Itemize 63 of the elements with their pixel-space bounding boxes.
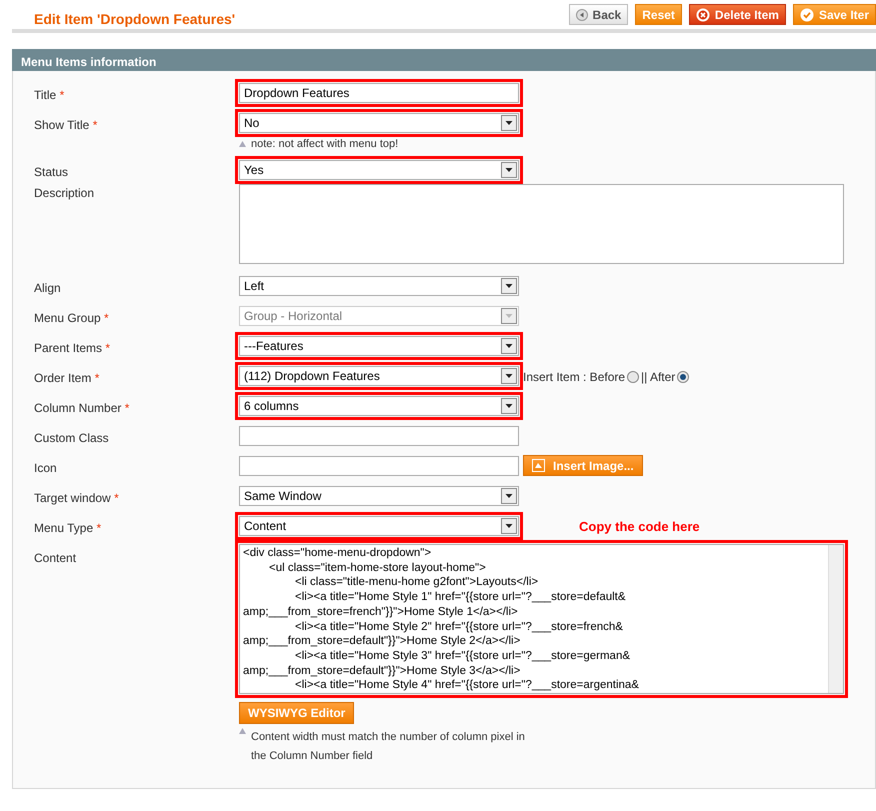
back-icon — [576, 8, 588, 20]
required-mark: * — [124, 401, 130, 415]
field-label: Column Number — [34, 401, 122, 415]
check-icon — [800, 8, 814, 22]
code-line: <div class="home-menu-dropdown"> — [243, 546, 432, 561]
delete-button[interactable]: Delete Item — [688, 4, 786, 25]
close-icon — [696, 8, 710, 22]
select-field[interactable]: 6 columns — [239, 396, 519, 416]
field-note: Content width must match the number of column pixel in the Column Number field — [251, 730, 526, 764]
scrollbar[interactable] — [828, 545, 843, 693]
required-mark: * — [105, 341, 110, 355]
annotation: Copy the code here — [579, 518, 700, 536]
text-field[interactable] — [239, 426, 519, 446]
field-label: Status — [34, 165, 68, 179]
field-label: Align — [34, 281, 61, 295]
radio-label: || After — [641, 369, 676, 386]
field-label: Icon — [34, 461, 57, 475]
field-label: Menu Group — [34, 311, 101, 325]
code-line: <li class="title-menu-home g2font">Layouts</li> — [294, 575, 540, 590]
section-header: Menu Items information — [12, 49, 876, 71]
note-icon — [239, 141, 246, 148]
required-mark: * — [96, 521, 102, 535]
select-field[interactable]: No — [239, 113, 519, 133]
field-label: Content — [34, 551, 76, 565]
field-label: Target window — [34, 491, 111, 505]
code-line: amp;___from_store=french"}}">Home Style 1</a></li> — [243, 604, 519, 620]
radio-button[interactable] — [677, 371, 690, 383]
field-label: Show Title — [34, 118, 90, 132]
field-note: note: not affect with menu top! — [251, 137, 398, 152]
back-button[interactable]: Back — [568, 4, 628, 25]
select-field[interactable]: (112) Dropdown Features — [239, 366, 519, 386]
select-field[interactable]: ---Features — [239, 336, 519, 356]
required-mark: * — [92, 118, 98, 132]
text-field[interactable]: Dropdown Features — [239, 83, 519, 103]
note-icon — [239, 728, 246, 734]
code-line: <li><a title="Home Style 1" href="{{store url="?___store=default& — [294, 590, 627, 605]
field-label: Order Item — [34, 371, 92, 385]
textarea-field[interactable] — [239, 184, 844, 264]
code-line: <li><a title="Home Style 2" href="{{store url="?___store=french& — [294, 620, 624, 634]
select-field[interactable]: Content — [239, 516, 519, 536]
field-label: Description — [34, 186, 94, 200]
code-line: <li><a title="Home Style 3" href="{{store url="?___store=german& — [294, 648, 632, 664]
select-field: Group - Horizontal — [239, 306, 519, 326]
code-line: <li><a title="Home Style 4" href="{{store url="?___store=argentina& — [294, 678, 640, 693]
code-line: amp;___from_store=default"}}">Home Style 3</a></li> — [243, 664, 522, 678]
select-field[interactable]: Left — [239, 276, 519, 296]
select-field[interactable]: Yes — [239, 160, 519, 180]
text-field[interactable] — [239, 456, 519, 476]
code-line: amp;___from_store=default"}}">Home Style 2</a></li> — [243, 634, 522, 649]
field-label: Title — [34, 88, 56, 102]
field-label: Custom Class — [34, 431, 109, 445]
field-label: Menu Type — [34, 521, 94, 535]
radio-label: Insert Item : Before — [523, 369, 626, 386]
required-mark: * — [94, 371, 100, 385]
required-mark: * — [114, 491, 119, 505]
page-title: Edit Item 'Dropdown Features' — [34, 10, 236, 29]
code-line: <ul class="item-home-store layout-home"> — [268, 560, 487, 576]
required-mark: * — [60, 88, 64, 102]
required-mark: * — [104, 311, 109, 325]
select-field[interactable]: Same Window — [239, 486, 519, 506]
image-icon — [532, 459, 545, 472]
radio-button[interactable] — [627, 371, 640, 383]
field-label: Parent Items — [34, 341, 102, 355]
